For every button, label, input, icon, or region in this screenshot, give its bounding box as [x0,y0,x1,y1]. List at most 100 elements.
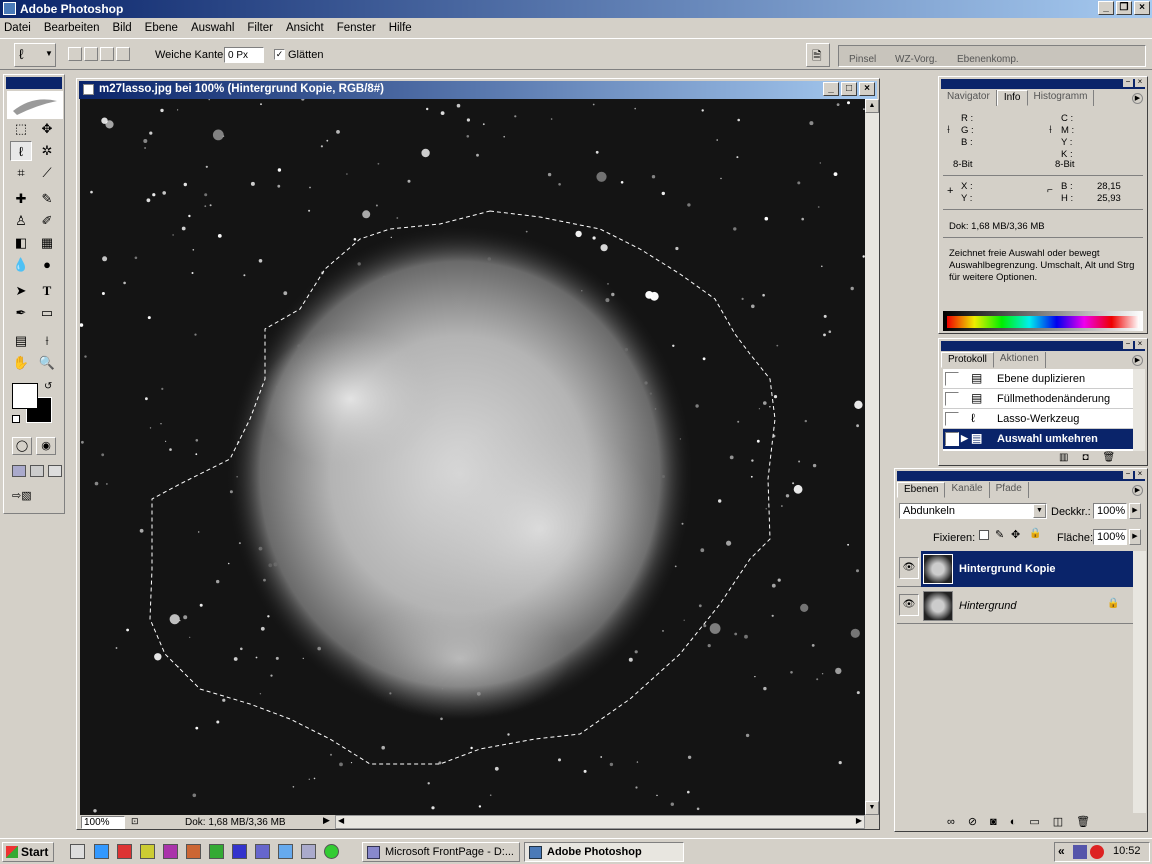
tab-info[interactable]: Info [996,90,1028,106]
menu-ansicht[interactable]: Ansicht [286,22,324,34]
layer-name[interactable]: Hintergrund Kopie [959,563,1056,575]
history-snapshot-box[interactable] [945,432,959,446]
zoom-tool-icon[interactable]: 🔍 [36,353,58,373]
quicklaunch-frontpage-icon[interactable] [278,844,293,859]
doc-maximize-button[interactable]: □ [841,82,857,96]
menu-datei[interactable]: Datei [4,22,31,34]
menu-bild[interactable]: Bild [112,22,131,34]
tool-preset-picker[interactable]: ℓ ▼ [14,43,56,67]
fill-slider-arrow-icon[interactable]: ▶ [1129,529,1141,545]
history-item-selected[interactable]: ▶ ▤ Auswahl umkehren [943,429,1133,449]
path-selection-icon[interactable]: ➤ [10,281,32,301]
history-snapshot-box[interactable] [945,372,959,386]
history-snapshot-box[interactable] [945,412,959,426]
hand-tool-icon[interactable]: ✋ [10,353,32,373]
history-snapshot-box[interactable] [945,392,959,406]
history-minimize-icon[interactable]: − [1123,340,1133,349]
quicklaunch-word-icon[interactable] [232,844,247,859]
doc-minimize-button[interactable]: _ [823,82,839,96]
lock-pixels-icon[interactable]: ✎ [995,528,1004,541]
eyedropper-icon[interactable]: ⟊ [36,331,58,351]
lock-transparency-icon[interactable] [979,530,989,540]
doc-close-button[interactable]: × [859,82,875,96]
quickmask-mode-icon[interactable]: ◉ [36,437,56,455]
eraser-tool-icon[interactable]: ◧ [10,233,32,253]
type-tool-icon[interactable]: T [36,281,58,301]
tab-history[interactable]: Protokoll [941,352,994,368]
layers-menu-icon[interactable]: ▶ [1132,485,1143,496]
dodge-tool-icon[interactable]: ● [36,255,58,275]
tab-navigator[interactable]: Navigator [941,90,997,106]
slice-tool-icon[interactable]: ⟋ [36,163,58,183]
tray-antivirus-icon[interactable] [1090,845,1104,859]
history-brush-icon[interactable]: ✐ [36,211,58,231]
tab-paths[interactable]: Pfade [990,482,1029,498]
quicklaunch-excel-icon[interactable] [209,844,224,859]
tab-channels[interactable]: Kanäle [945,482,990,498]
history-item[interactable]: ▤ Ebene duplizieren [943,369,1133,389]
zoom-input[interactable] [81,816,125,829]
standard-mode-icon[interactable]: ◯ [12,437,32,455]
tray-network-icon[interactable] [1073,845,1087,859]
history-menu-icon[interactable]: ▶ [1132,355,1143,366]
menu-bearbeiten[interactable]: Bearbeiten [44,22,100,34]
quicklaunch-outlook-icon[interactable] [255,844,270,859]
quicklaunch-doc-icon[interactable] [301,844,316,859]
fill-input[interactable]: 100% [1093,529,1127,545]
screen-mode-full-menu-icon[interactable] [30,465,44,477]
crop-tool-icon[interactable]: ⌗ [10,163,32,183]
tab-layers[interactable]: Ebenen [897,482,946,498]
layers-close-icon[interactable]: × [1135,470,1145,479]
quicklaunch-ie-icon[interactable] [94,844,109,859]
quicklaunch-explorer-icon[interactable] [140,844,155,859]
well-tab-pinsel[interactable]: Pinsel [849,54,876,65]
start-button[interactable]: Start [2,842,54,862]
tab-actions[interactable]: Aktionen [994,352,1046,368]
healing-brush-icon[interactable]: ✚ [10,189,32,209]
screen-mode-full-icon[interactable] [48,465,62,477]
blur-tool-icon[interactable]: 💧 [10,255,32,275]
well-tab-ebenenkomp[interactable]: Ebenenkomp. [957,54,1019,65]
task-photoshop[interactable]: Adobe Photoshop [524,842,684,862]
panel-menu-icon[interactable]: ▶ [1132,93,1143,104]
panel-minimize-icon[interactable]: − [1123,78,1133,87]
screen-mode-standard-icon[interactable] [12,465,26,477]
jump-to-imageready-icon[interactable]: ⇨▧ [12,489,56,505]
layers-minimize-icon[interactable]: − [1123,470,1133,479]
scroll-right-button[interactable]: ▶ [856,816,862,825]
close-button[interactable]: × [1134,1,1150,15]
add-selection-icon[interactable] [84,47,98,61]
layer-row[interactable]: 👁 Hintergrund 🔒 [897,588,1133,624]
foreground-color-swatch[interactable] [12,383,38,409]
layers-scrollbar[interactable] [1133,551,1146,813]
panel-close-icon[interactable]: × [1135,78,1145,87]
menu-hilfe[interactable]: Hilfe [389,22,412,34]
shape-tool-icon[interactable]: ▭ [36,303,58,323]
layer-name[interactable]: Hintergrund [959,600,1016,612]
layers-footer-icons[interactable]: ∞⊘◙◐▭◫🗑 [947,815,1103,828]
scroll-up-button[interactable]: ▲ [865,99,879,113]
gradient-tool-icon[interactable]: ▦ [36,233,58,253]
quicklaunch-desktop-icon[interactable] [70,844,85,859]
notes-tool-icon[interactable]: ▤ [10,331,32,351]
eye-icon[interactable]: 👁 [899,557,919,579]
default-colors-icon[interactable] [12,415,20,423]
image-canvas[interactable] [80,99,865,815]
eye-icon[interactable]: 👁 [899,594,919,616]
quicklaunch-chrome-icon[interactable] [324,844,339,859]
history-footer-icons[interactable]: ▥◘🗑 [1059,452,1129,463]
menu-ebene[interactable]: Ebene [145,22,178,34]
quicklaunch-app-icon[interactable] [163,844,178,859]
well-tab-wz-vorg[interactable]: WZ-Vorg. [895,54,937,65]
magic-wand-icon[interactable]: ✲ [36,141,58,161]
opacity-slider-arrow-icon[interactable]: ▶ [1129,503,1141,519]
task-frontpage[interactable]: Microsoft FrontPage - D:... [362,842,520,862]
pen-tool-icon[interactable]: ✒ [10,303,32,323]
layer-row-selected[interactable]: 👁 Hintergrund Kopie [897,551,1133,587]
menu-filter[interactable]: Filter [247,22,273,34]
subtract-selection-icon[interactable] [100,47,114,61]
lasso-tool-icon[interactable]: ℓ [10,141,32,161]
new-selection-icon[interactable] [68,47,82,61]
file-browser-button[interactable]: 🗎 [806,43,830,67]
lock-all-icon[interactable]: 🔒 [1029,528,1041,539]
